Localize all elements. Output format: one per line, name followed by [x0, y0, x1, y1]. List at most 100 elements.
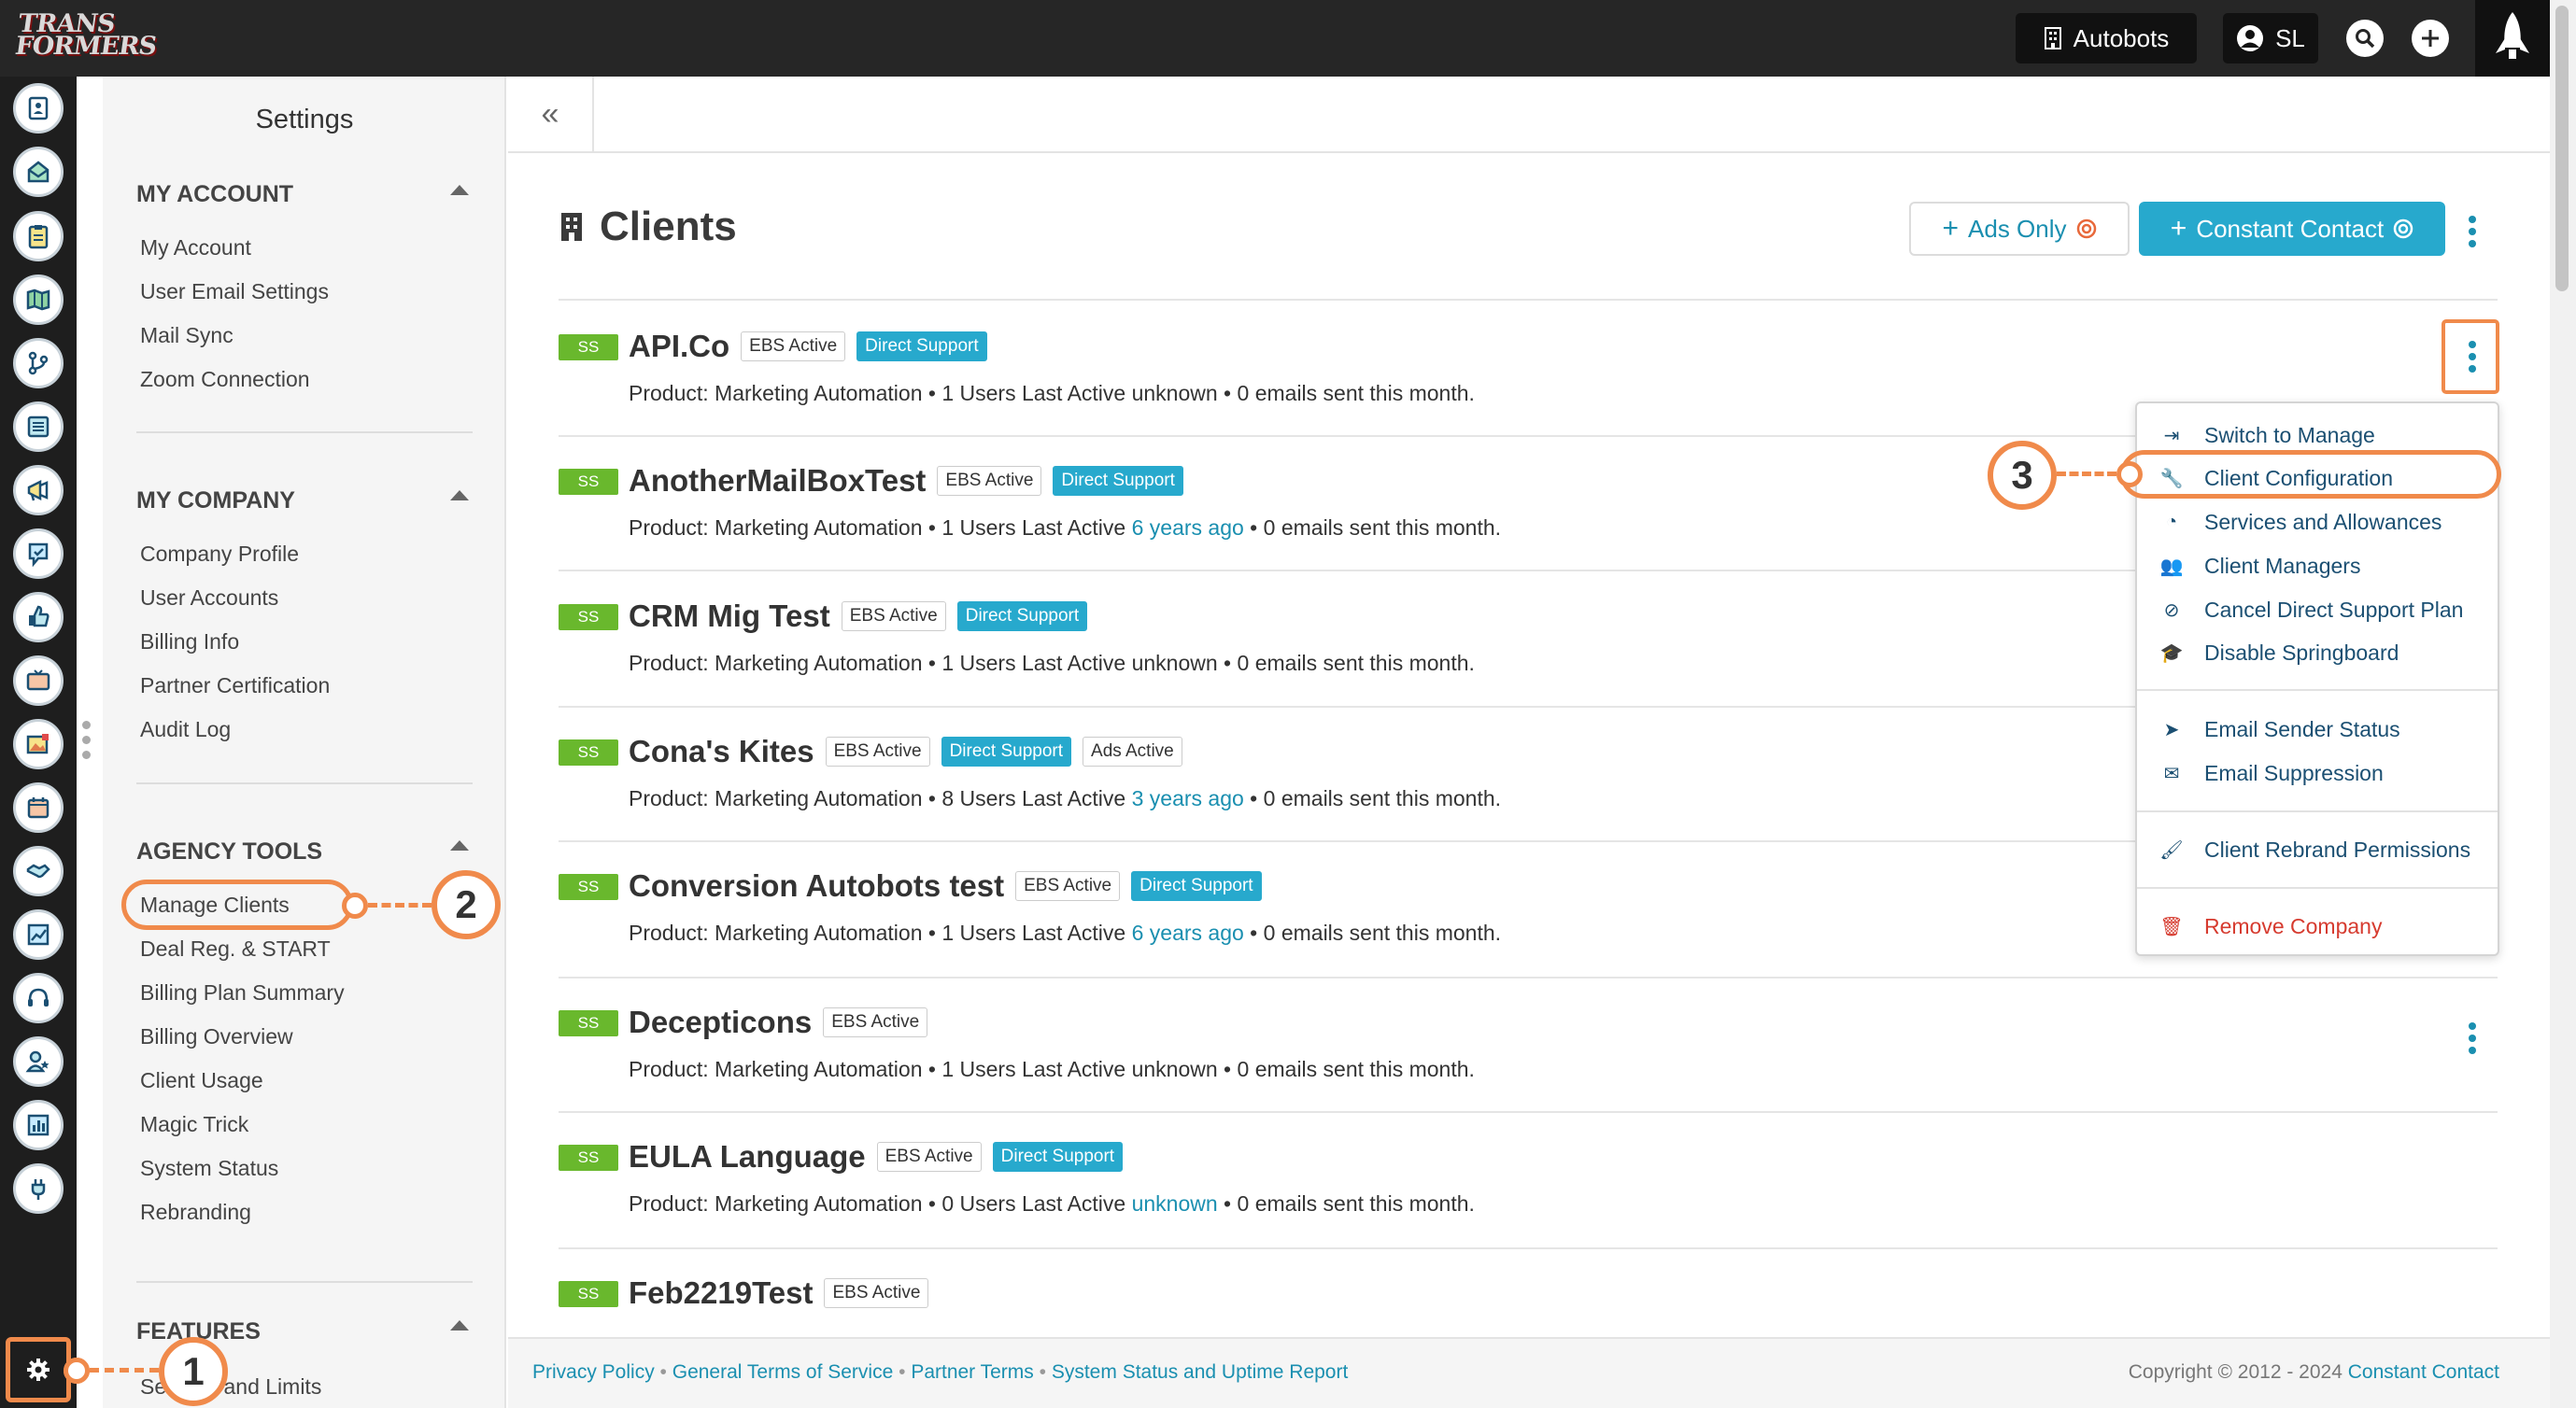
lists-nav[interactable] — [13, 401, 64, 452]
sidebar-item-partner-certification[interactable]: Partner Certification — [140, 673, 330, 698]
brand-logo[interactable]: TRANS FORMERS — [13, 9, 161, 61]
footer-link-partner-terms[interactable]: Partner Terms — [911, 1361, 1034, 1383]
gear-icon — [27, 1359, 50, 1381]
callout-anchor-dot — [342, 893, 368, 919]
footer-link-constant-contact[interactable]: Constant Contact — [2348, 1361, 2499, 1383]
menu-item-remove-company[interactable]: 🗑 Remove Company — [2137, 906, 2498, 947]
sidebar-item-magic-trick[interactable]: Magic Trick — [140, 1112, 248, 1137]
menu-item-client-managers[interactable]: 👥 Client Managers — [2137, 545, 2498, 586]
collapse-caret-icon[interactable] — [450, 185, 469, 195]
media-nav[interactable] — [13, 719, 64, 769]
client-tier-badge: SS — [559, 604, 618, 630]
automation-nav[interactable] — [13, 338, 64, 388]
last-active-link[interactable]: 6 years ago — [1132, 921, 1244, 945]
menu-item-services-and-allowances[interactable]: ◔ Services and Allowances — [2137, 501, 2498, 542]
add-ads-only-button[interactable]: + Ads Only — [1909, 202, 2130, 256]
support-badge: Direct Support — [941, 737, 1072, 767]
integrations-nav[interactable] — [13, 1163, 64, 1214]
sidebar-resize-handle[interactable] — [82, 721, 91, 759]
status-badge: EBS Active — [741, 331, 846, 361]
footer-link-privacy-policy[interactable]: Privacy Policy — [532, 1361, 655, 1383]
sidebar-item-audit-log[interactable]: Audit Log — [140, 717, 231, 742]
tasks-nav[interactable] — [13, 211, 64, 261]
user-star-icon — [25, 1050, 50, 1073]
sidebar-item-rebranding[interactable]: Rebranding — [140, 1200, 251, 1225]
collapse-caret-icon[interactable] — [450, 490, 469, 500]
user-menu-button[interactable]: SL — [2223, 13, 2318, 63]
collapse-sidebar-button[interactable]: « — [508, 77, 594, 153]
sidebar-item-user-email-settings[interactable]: User Email Settings — [140, 279, 329, 304]
last-active-link[interactable]: 3 years ago — [1132, 786, 1244, 810]
client-meta: Product: Marketing Automation • 8 Users … — [629, 786, 1502, 810]
sidebar-item-my-account[interactable]: My Account — [140, 235, 251, 260]
client-name[interactable]: Cona's Kites — [629, 734, 814, 769]
map-nav[interactable] — [13, 275, 64, 325]
client-name[interactable]: CRM Mig Test — [629, 598, 830, 634]
client-name[interactable]: EULA Language — [629, 1139, 866, 1175]
menu-divider — [2137, 887, 2498, 889]
section-heading-my-company[interactable]: MY COMPANY — [136, 487, 295, 514]
footer-link-system-status[interactable]: System Status and Uptime Report — [1052, 1361, 1348, 1383]
menu-item-email-suppression[interactable]: ✉ Email Suppression — [2137, 753, 2498, 794]
callout-connector — [368, 903, 432, 908]
sidebar-item-mail-sync[interactable]: Mail Sync — [140, 323, 234, 348]
page-more-options-icon[interactable] — [2456, 205, 2489, 258]
row-more-options-icon[interactable] — [2456, 331, 2489, 383]
sidebar-item-client-usage[interactable]: Client Usage — [140, 1068, 263, 1093]
trash-icon: 🗑 — [2159, 916, 2184, 937]
social-nav[interactable] — [13, 592, 64, 642]
sidebar-item-zoom-connection[interactable]: Zoom Connection — [140, 367, 310, 392]
branch-icon — [28, 351, 49, 375]
collapse-caret-icon[interactable] — [450, 840, 469, 851]
deals-nav[interactable] — [13, 846, 64, 896]
settings-gear-button[interactable] — [6, 1337, 71, 1402]
contacts-nav[interactable] — [13, 83, 64, 134]
client-tier-badge: SS — [559, 874, 618, 900]
inbox-nav[interactable] — [13, 147, 64, 197]
reports-nav[interactable] — [13, 1100, 64, 1150]
target-icon — [2076, 218, 2096, 239]
section-heading-my-account[interactable]: MY ACCOUNT — [136, 181, 293, 208]
handshake-icon — [26, 864, 50, 879]
sidebar-item-billing-plan-summary[interactable]: Billing Plan Summary — [140, 980, 345, 1006]
client-meta: Product: Marketing Automation • 1 Users … — [629, 1057, 1475, 1081]
video-nav[interactable] — [13, 655, 64, 706]
sidebar-item-company-profile[interactable]: Company Profile — [140, 542, 299, 567]
sidebar-item-billing-info[interactable]: Billing Info — [140, 629, 239, 655]
menu-item-client-rebrand-permissions[interactable]: 🖌 Client Rebrand Permissions — [2137, 829, 2498, 870]
add-constant-contact-button[interactable]: + Constant Contact — [2139, 202, 2445, 256]
collapse-caret-icon[interactable] — [450, 1320, 469, 1331]
menu-item-cancel-direct-support[interactable]: ⊘ Cancel Direct Support Plan — [2137, 589, 2498, 630]
client-name[interactable]: Conversion Autobots test — [629, 868, 1004, 904]
menu-item-email-sender-status[interactable]: ➤ Email Sender Status — [2137, 709, 2498, 750]
last-active-link[interactable]: unknown — [1132, 1191, 1218, 1216]
row-more-options-icon[interactable] — [2456, 1012, 2489, 1064]
plus-icon: + — [1942, 213, 1960, 244]
events-nav[interactable] — [13, 782, 64, 833]
gauge-icon: ◔ — [2165, 511, 2178, 532]
analytics-nav[interactable] — [13, 909, 64, 960]
client-name[interactable]: API.Co — [629, 329, 729, 364]
search-button[interactable] — [2346, 20, 2384, 57]
client-name[interactable]: AnotherMailBoxTest — [629, 463, 926, 499]
sidebar-item-billing-overview[interactable]: Billing Overview — [140, 1024, 293, 1049]
last-active-link[interactable]: 6 years ago — [1132, 515, 1244, 540]
users-nav[interactable] — [13, 1036, 64, 1087]
sidebar-item-user-accounts[interactable]: User Accounts — [140, 585, 278, 611]
sidebar-item-system-status[interactable]: System Status — [140, 1156, 278, 1181]
highlight-manage-clients — [121, 880, 353, 930]
footer-link-general-terms[interactable]: General Terms of Service — [672, 1361, 894, 1383]
scrollbar-thumb[interactable] — [2555, 6, 2569, 291]
account-switcher-button[interactable]: Autobots — [2016, 13, 2197, 63]
sidebar-item-deal-reg[interactable]: Deal Reg. & START — [140, 936, 331, 962]
menu-item-disable-springboard[interactable]: 🎓 Disable Springboard — [2137, 632, 2498, 673]
feedback-nav[interactable] — [13, 528, 64, 579]
launch-button[interactable] — [2475, 0, 2550, 77]
campaigns-nav[interactable] — [13, 465, 64, 515]
client-name[interactable]: Decepticons — [629, 1005, 812, 1040]
support-nav[interactable] — [13, 973, 64, 1023]
add-button[interactable] — [2412, 20, 2449, 57]
client-tier-badge: SS — [559, 469, 618, 495]
section-heading-agency-tools[interactable]: AGENCY TOOLS — [136, 838, 322, 866]
client-name[interactable]: Feb2219Test — [629, 1275, 813, 1311]
